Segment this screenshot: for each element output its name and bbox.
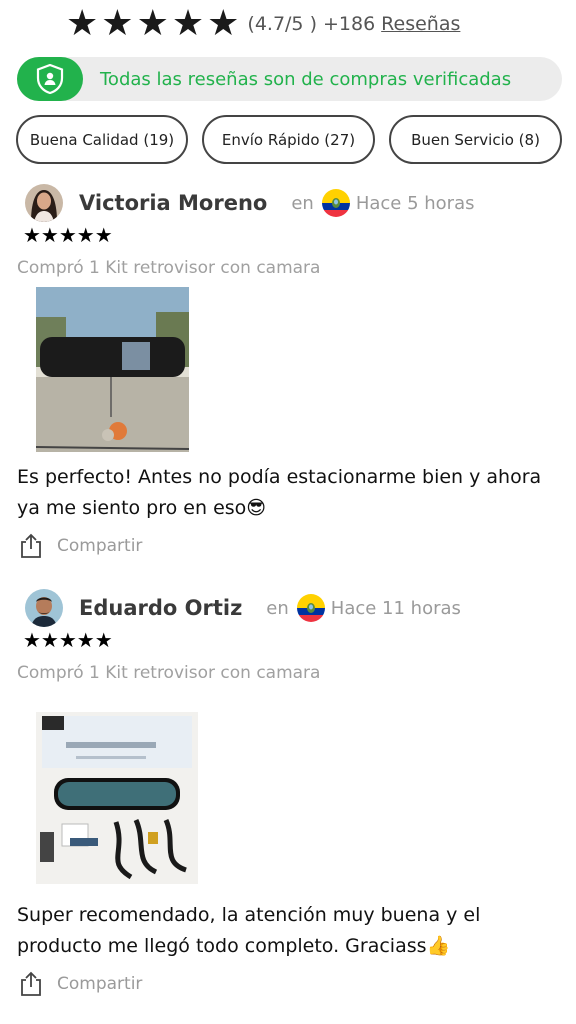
rating-summary: ★ ★ ★ ★ ★ (4.7/5 ) +186 Reseñas	[66, 4, 460, 44]
location-prefix: en	[291, 192, 314, 214]
star-icon: ★	[171, 3, 205, 44]
share-icon	[17, 970, 45, 998]
share-button[interactable]: Compartir	[17, 532, 142, 560]
review-time: Hace 11 horas	[330, 597, 461, 619]
review-text: Super recomendado, la atención muy buena…	[17, 904, 481, 957]
share-icon	[17, 532, 45, 560]
filter-chips: Buena Calidad (19) Envío Rápido (27) Bue…	[16, 115, 562, 164]
review-stars-text: ★★★★★	[23, 628, 113, 652]
review-time: Hace 5 horas	[355, 192, 475, 214]
star-icon: ★	[207, 3, 240, 44]
share-label: Compartir	[57, 974, 143, 994]
review-photo[interactable]	[36, 712, 198, 884]
reviewer-name: Victoria Moreno	[79, 191, 268, 215]
review-stars-text: ★★★★★	[23, 223, 113, 247]
review-stars: ★★★★★	[23, 630, 113, 650]
filter-chip-service[interactable]: Buen Servicio (8)	[389, 115, 562, 164]
purchased-item: Compró 1 Kit retrovisor con camara	[17, 258, 321, 278]
avatar	[25, 589, 63, 627]
share-label: Compartir	[57, 536, 143, 556]
ecuador-flag-icon	[296, 594, 325, 622]
share-button[interactable]: Compartir	[17, 970, 142, 998]
star-icon: ★	[66, 3, 99, 44]
review-header: Victoria Moreno en Hace 5 horas	[25, 183, 475, 223]
reviewer-name: Eduardo Ortiz	[79, 596, 243, 620]
reviews-link[interactable]: Reseñas	[381, 13, 460, 35]
rating-stars: ★ ★ ★ ★ ★	[66, 6, 239, 42]
verified-banner: Todas las reseñas son de compras verific…	[17, 57, 562, 101]
purchased-item: Compró 1 Kit retrovisor con camara	[17, 663, 321, 683]
location-prefix: en	[266, 597, 289, 619]
avatar	[25, 184, 63, 222]
review-text: Es perfecto! Antes no podía estacionarme…	[17, 466, 542, 519]
star-icon: ★	[136, 3, 169, 44]
filter-chip-quality[interactable]: Buena Calidad (19)	[16, 115, 188, 164]
review-count: +186	[322, 13, 376, 35]
shield-user-icon	[17, 57, 83, 101]
rating-value: (4.7/5 )	[247, 13, 317, 35]
ecuador-flag-icon	[321, 189, 350, 217]
review-stars: ★★★★★	[23, 225, 113, 245]
filter-chip-shipping[interactable]: Envío Rápido (27)	[202, 115, 375, 164]
review-photo[interactable]	[36, 287, 189, 452]
verified-text: Todas las reseñas son de compras verific…	[100, 68, 512, 90]
review-header: Eduardo Ortiz en Hace 11 horas	[25, 588, 461, 628]
star-icon: ★	[101, 3, 134, 44]
